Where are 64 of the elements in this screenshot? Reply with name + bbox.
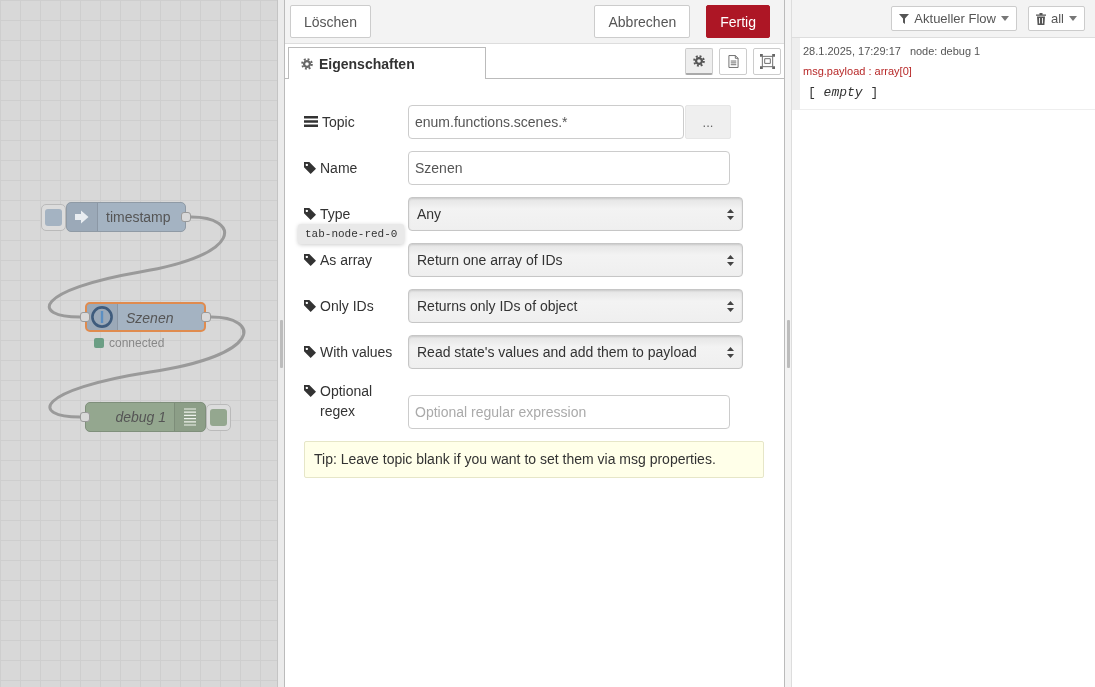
message-value: [ empty ] <box>807 85 880 101</box>
inject-button[interactable] <box>41 203 66 231</box>
tag-icon <box>304 300 316 312</box>
message-time: 28.1.2025, 17:29:17 <box>803 44 901 58</box>
field-label: Type <box>320 205 351 224</box>
view-tab[interactable] <box>685 47 713 75</box>
tag-icon <box>304 208 316 220</box>
field-label: Topic <box>322 113 355 132</box>
select-field[interactable]: Returns only IDs of object <box>408 289 743 323</box>
clear-dropdown[interactable]: all <box>1028 6 1085 31</box>
filter-dropdown[interactable]: Aktueller Flow <box>891 6 1017 31</box>
gear-icon <box>301 57 313 70</box>
select-arrows-icon <box>727 300 734 312</box>
text-field[interactable]: enum.functions.scenes.* <box>408 105 684 139</box>
field-label: With values <box>320 343 393 362</box>
node-label: timestamp <box>105 208 172 227</box>
done-button[interactable]: Fertig <box>706 5 770 38</box>
action-button[interactable]: Löschen <box>290 5 371 38</box>
tag-icon <box>304 162 316 174</box>
trash-icon <box>1036 12 1046 25</box>
status-text: connected <box>109 336 165 350</box>
browse-button[interactable]: ... <box>685 105 731 139</box>
action-button[interactable]: Abbrechen <box>594 5 691 38</box>
caret-icon <box>1001 16 1009 21</box>
arrow-icon <box>74 209 90 225</box>
field-label: Optional regex <box>320 382 374 421</box>
filter-icon <box>899 13 910 24</box>
document-icon <box>727 54 739 68</box>
select-arrows-icon <box>727 346 734 358</box>
node-label: Szenen <box>125 309 175 328</box>
text-field[interactable]: Szenen <box>408 151 730 185</box>
lines-icon <box>184 408 196 426</box>
select-field[interactable]: Any <box>408 197 743 231</box>
message-source-label: node: debug 1 <box>909 44 981 58</box>
text-field[interactable]: Optional regular expression <box>408 395 730 429</box>
tag-icon <box>304 254 316 266</box>
select-arrows-icon <box>727 208 734 220</box>
tooltip: tab-node-red-0 <box>298 224 405 244</box>
frame-icon <box>759 53 775 69</box>
view-tab[interactable] <box>753 47 781 75</box>
field-label: Only IDs <box>320 297 374 316</box>
list-icon <box>304 116 318 127</box>
select-arrows-icon <box>727 254 734 266</box>
tab[interactable]: Eigenschaften <box>288 47 486 79</box>
gear-icon <box>693 54 705 67</box>
ring-icon <box>91 306 113 328</box>
flow-node[interactable]: timestamp <box>66 202 186 232</box>
view-tab[interactable] <box>719 47 747 75</box>
field-label: As array <box>320 251 373 270</box>
message-property: msg.payload : array[0] <box>803 64 913 78</box>
resize-handle[interactable] <box>786 319 790 368</box>
tag-icon <box>304 385 316 397</box>
resize-handle[interactable] <box>279 319 283 368</box>
tip-message: Tip: Leave topic blank if you want to set them via msg properties. <box>304 441 764 478</box>
tag-icon <box>304 346 316 358</box>
caret-icon <box>1069 16 1077 21</box>
output-port[interactable] <box>201 312 211 322</box>
select-field[interactable]: Read state's values and add them to payload <box>408 335 743 369</box>
node-label: debug 1 <box>114 408 167 427</box>
flow-node[interactable]: Szenen <box>85 302 206 332</box>
select-field[interactable]: Return one array of IDs <box>408 243 743 277</box>
output-port[interactable] <box>181 212 191 222</box>
toggle-button[interactable] <box>206 403 231 431</box>
field-label: Name <box>320 159 358 178</box>
